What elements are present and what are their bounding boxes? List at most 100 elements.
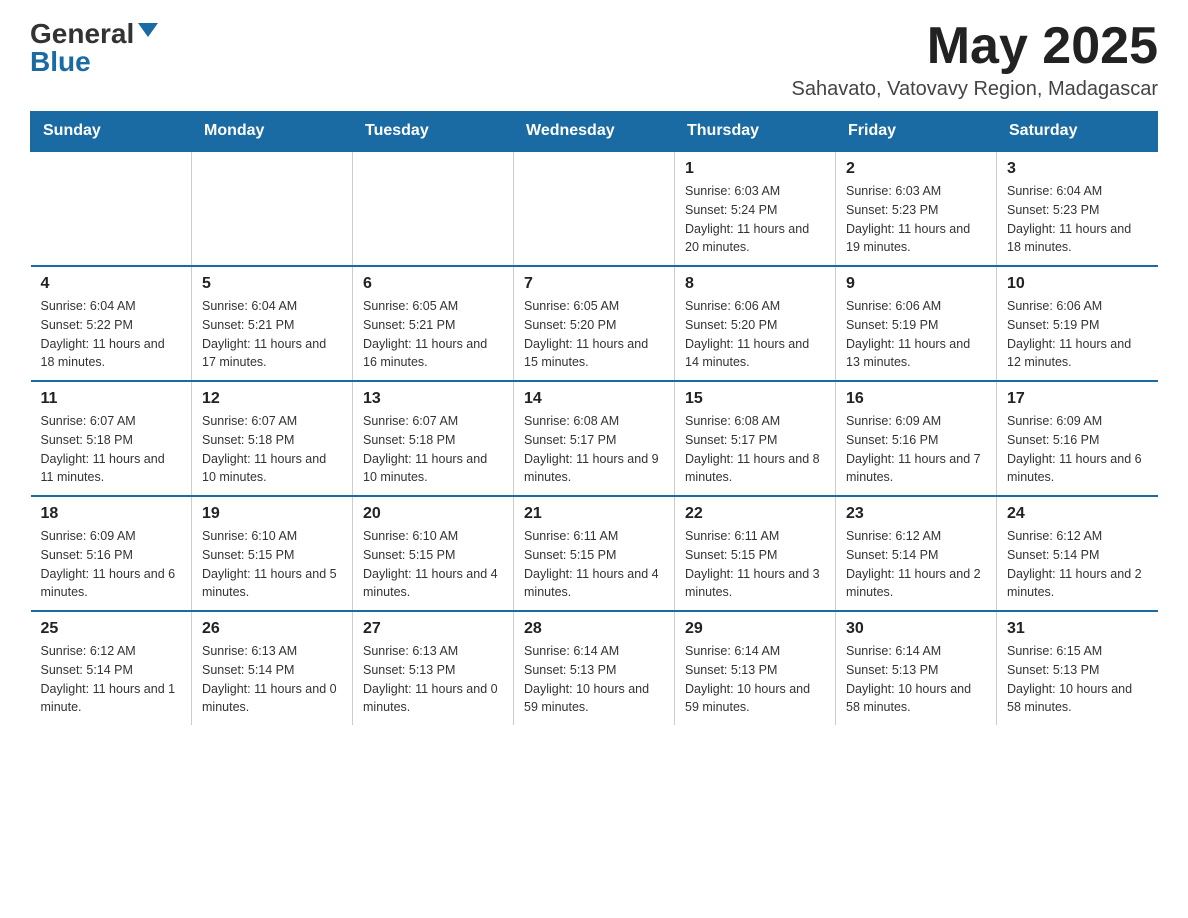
day-number: 14 — [524, 390, 664, 408]
week-row-3: 11Sunrise: 6:07 AM Sunset: 5:18 PM Dayli… — [31, 381, 1158, 496]
day-info: Sunrise: 6:08 AM Sunset: 5:17 PM Dayligh… — [685, 412, 825, 487]
day-info: Sunrise: 6:06 AM Sunset: 5:19 PM Dayligh… — [1007, 297, 1148, 372]
calendar-cell: 11Sunrise: 6:07 AM Sunset: 5:18 PM Dayli… — [31, 381, 192, 496]
calendar-cell: 22 Sunrise: 6:11 AM Sunset: 5:15 PM Dayli… — [675, 496, 836, 611]
header-thursday: Thursday — [675, 112, 836, 152]
calendar-table: SundayMondayTuesdayWednesdayThursdayFrid… — [30, 111, 1158, 725]
calendar-cell: 21 Sunrise: 6:11 AM Sunset: 5:15 PM Dayli… — [514, 496, 675, 611]
calendar-cell: 4 Sunrise: 6:04 AM Sunset: 5:22 PM Daylig… — [31, 266, 192, 381]
header-wednesday: Wednesday — [514, 112, 675, 152]
day-info: Sunrise: 6:08 AM Sunset: 5:17 PM Dayligh… — [524, 412, 664, 487]
day-info: Sunrise: 6:07 AM Sunset: 5:18 PM Dayligh… — [363, 412, 503, 487]
day-number: 21 — [524, 505, 664, 523]
calendar-cell: 16 Sunrise: 6:09 AM Sunset: 5:16 PM Dayli… — [836, 381, 997, 496]
day-info: Sunrise: 6:15 AM Sunset: 5:13 PM Dayligh… — [1007, 642, 1148, 717]
day-info: Sunrise: 6:09 AM Sunset: 5:16 PM Dayligh… — [846, 412, 986, 487]
day-number: 4 — [41, 275, 182, 293]
day-number: 12 — [202, 390, 342, 408]
calendar-cell — [514, 151, 675, 266]
day-info: Sunrise: 6:04 AM Sunset: 5:23 PM Dayligh… — [1007, 182, 1148, 257]
calendar-cell: 23Sunrise: 6:12 AM Sunset: 5:14 PM Dayli… — [836, 496, 997, 611]
day-info: Sunrise: 6:05 AM Sunset: 5:21 PM Dayligh… — [363, 297, 503, 372]
day-info: Sunrise: 6:14 AM Sunset: 5:13 PM Dayligh… — [846, 642, 986, 717]
calendar-cell: 29 Sunrise: 6:14 AM Sunset: 5:13 PM Dayli… — [675, 611, 836, 725]
day-info: Sunrise: 6:12 AM Sunset: 5:14 PM Dayligh… — [1007, 527, 1148, 602]
calendar-cell: 27Sunrise: 6:13 AM Sunset: 5:13 PM Dayli… — [353, 611, 514, 725]
header-sunday: Sunday — [31, 112, 192, 152]
month-title: May 2025 — [791, 20, 1158, 72]
header-monday: Monday — [192, 112, 353, 152]
day-number: 26 — [202, 620, 342, 638]
day-info: Sunrise: 6:12 AM Sunset: 5:14 PM Dayligh… — [846, 527, 986, 602]
day-number: 24 — [1007, 505, 1148, 523]
day-number: 15 — [685, 390, 825, 408]
logo-blue: Blue — [30, 48, 91, 76]
day-info: Sunrise: 6:07 AM Sunset: 5:18 PM Dayligh… — [41, 412, 182, 487]
calendar-cell: 19 Sunrise: 6:10 AM Sunset: 5:15 PM Dayli… — [192, 496, 353, 611]
day-number: 10 — [1007, 275, 1148, 293]
calendar-header-row: SundayMondayTuesdayWednesdayThursdayFrid… — [31, 112, 1158, 152]
day-number: 19 — [202, 505, 342, 523]
week-row-4: 18 Sunrise: 6:09 AM Sunset: 5:16 PM Dayli… — [31, 496, 1158, 611]
calendar-cell: 7Sunrise: 6:05 AM Sunset: 5:20 PM Daylig… — [514, 266, 675, 381]
calendar-cell: 28 Sunrise: 6:14 AM Sunset: 5:13 PM Dayli… — [514, 611, 675, 725]
day-info: Sunrise: 6:06 AM Sunset: 5:19 PM Dayligh… — [846, 297, 986, 372]
calendar-cell: 31 Sunrise: 6:15 AM Sunset: 5:13 PM Dayli… — [997, 611, 1158, 725]
day-info: Sunrise: 6:13 AM Sunset: 5:14 PM Dayligh… — [202, 642, 342, 717]
day-number: 1 — [685, 160, 825, 178]
day-number: 29 — [685, 620, 825, 638]
day-info: Sunrise: 6:11 AM Sunset: 5:15 PM Dayligh… — [524, 527, 664, 602]
day-info: Sunrise: 6:14 AM Sunset: 5:13 PM Dayligh… — [524, 642, 664, 717]
header-saturday: Saturday — [997, 112, 1158, 152]
day-number: 31 — [1007, 620, 1148, 638]
calendar-cell: 13Sunrise: 6:07 AM Sunset: 5:18 PM Dayli… — [353, 381, 514, 496]
day-number: 28 — [524, 620, 664, 638]
day-number: 17 — [1007, 390, 1148, 408]
day-info: Sunrise: 6:09 AM Sunset: 5:16 PM Dayligh… — [1007, 412, 1148, 487]
location-title: Sahavato, Vatovavy Region, Madagascar — [791, 78, 1158, 101]
calendar-cell: 9 Sunrise: 6:06 AM Sunset: 5:19 PM Daylig… — [836, 266, 997, 381]
calendar-cell: 15 Sunrise: 6:08 AM Sunset: 5:17 PM Dayli… — [675, 381, 836, 496]
calendar-cell — [353, 151, 514, 266]
day-number: 18 — [41, 505, 182, 523]
calendar-cell — [192, 151, 353, 266]
calendar-cell: 26 Sunrise: 6:13 AM Sunset: 5:14 PM Dayli… — [192, 611, 353, 725]
calendar-cell: 30 Sunrise: 6:14 AM Sunset: 5:13 PM Dayli… — [836, 611, 997, 725]
day-number: 25 — [41, 620, 182, 638]
day-number: 8 — [685, 275, 825, 293]
day-info: Sunrise: 6:05 AM Sunset: 5:20 PM Dayligh… — [524, 297, 664, 372]
title-area: May 2025 Sahavato, Vatovavy Region, Mada… — [791, 20, 1158, 101]
day-info: Sunrise: 6:12 AM Sunset: 5:14 PM Dayligh… — [41, 642, 182, 717]
header-tuesday: Tuesday — [353, 112, 514, 152]
calendar-cell: 3 Sunrise: 6:04 AM Sunset: 5:23 PM Daylig… — [997, 151, 1158, 266]
calendar-cell: 18 Sunrise: 6:09 AM Sunset: 5:16 PM Dayli… — [31, 496, 192, 611]
day-info: Sunrise: 6:03 AM Sunset: 5:23 PM Dayligh… — [846, 182, 986, 257]
calendar-cell: 5Sunrise: 6:04 AM Sunset: 5:21 PM Daylig… — [192, 266, 353, 381]
day-info: Sunrise: 6:07 AM Sunset: 5:18 PM Dayligh… — [202, 412, 342, 487]
day-number: 30 — [846, 620, 986, 638]
calendar-cell: 24 Sunrise: 6:12 AM Sunset: 5:14 PM Dayli… — [997, 496, 1158, 611]
day-info: Sunrise: 6:11 AM Sunset: 5:15 PM Dayligh… — [685, 527, 825, 602]
logo-general: General — [30, 20, 134, 48]
calendar-cell: 1 Sunrise: 6:03 AM Sunset: 5:24 PM Daylig… — [675, 151, 836, 266]
day-info: Sunrise: 6:14 AM Sunset: 5:13 PM Dayligh… — [685, 642, 825, 717]
day-number: 22 — [685, 505, 825, 523]
calendar-cell: 25 Sunrise: 6:12 AM Sunset: 5:14 PM Dayli… — [31, 611, 192, 725]
week-row-1: 1 Sunrise: 6:03 AM Sunset: 5:24 PM Daylig… — [31, 151, 1158, 266]
day-info: Sunrise: 6:04 AM Sunset: 5:22 PM Dayligh… — [41, 297, 182, 372]
day-info: Sunrise: 6:03 AM Sunset: 5:24 PM Dayligh… — [685, 182, 825, 257]
calendar-cell: 10 Sunrise: 6:06 AM Sunset: 5:19 PM Dayli… — [997, 266, 1158, 381]
day-number: 3 — [1007, 160, 1148, 178]
day-info: Sunrise: 6:09 AM Sunset: 5:16 PM Dayligh… — [41, 527, 182, 602]
day-info: Sunrise: 6:10 AM Sunset: 5:15 PM Dayligh… — [363, 527, 503, 602]
page-header: General Blue May 2025 Sahavato, Vatovavy… — [30, 20, 1158, 101]
calendar-cell — [31, 151, 192, 266]
calendar-cell: 2Sunrise: 6:03 AM Sunset: 5:23 PM Daylig… — [836, 151, 997, 266]
day-info: Sunrise: 6:10 AM Sunset: 5:15 PM Dayligh… — [202, 527, 342, 602]
day-info: Sunrise: 6:04 AM Sunset: 5:21 PM Dayligh… — [202, 297, 342, 372]
day-number: 16 — [846, 390, 986, 408]
day-info: Sunrise: 6:13 AM Sunset: 5:13 PM Dayligh… — [363, 642, 503, 717]
calendar-cell: 6Sunrise: 6:05 AM Sunset: 5:21 PM Daylig… — [353, 266, 514, 381]
week-row-2: 4 Sunrise: 6:04 AM Sunset: 5:22 PM Daylig… — [31, 266, 1158, 381]
day-number: 9 — [846, 275, 986, 293]
